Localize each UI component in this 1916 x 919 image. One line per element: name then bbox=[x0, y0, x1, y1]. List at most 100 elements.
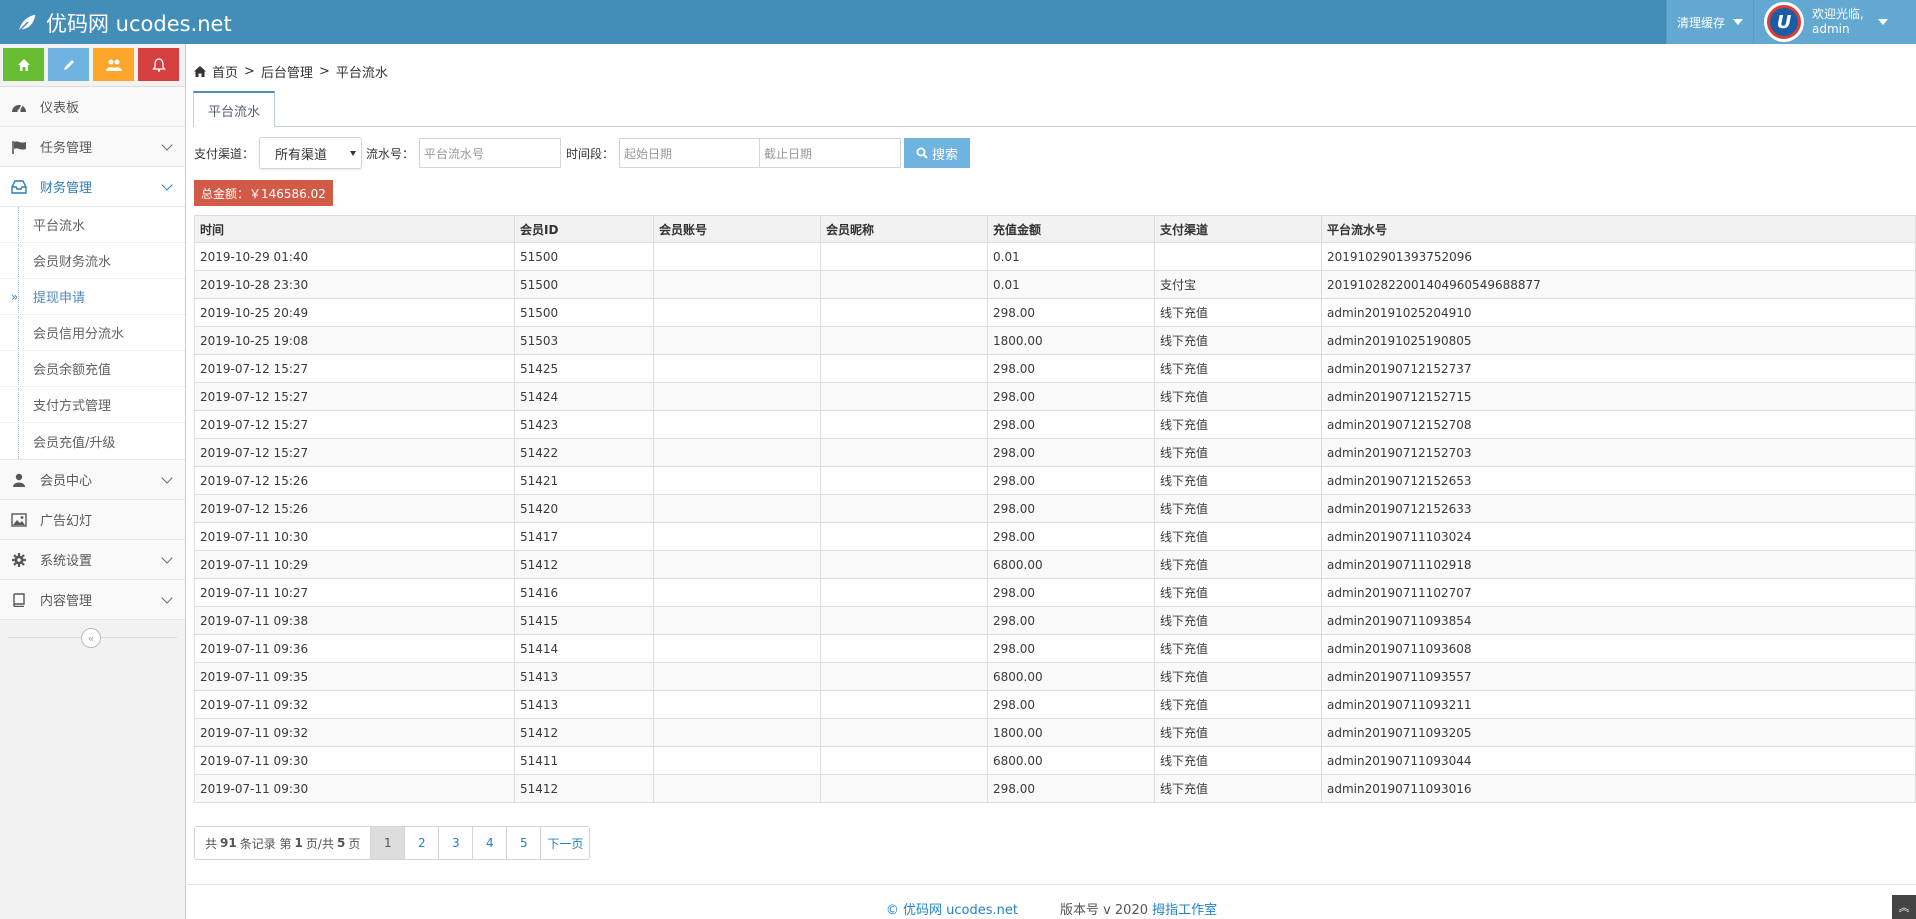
sidebar-item-content-mgmt[interactable]: 内容管理 bbox=[0, 580, 185, 620]
pencil-icon bbox=[63, 59, 74, 70]
start-date-input[interactable]: 起始日期 bbox=[619, 138, 761, 168]
submenu-item-platform-flow[interactable]: 平台流水 bbox=[0, 207, 185, 243]
table-cell: 2019-07-12 15:27 bbox=[194, 438, 515, 467]
table-cell: 2019-07-11 10:29 bbox=[194, 550, 515, 579]
top-navbar: 优码网 ucodes.net 清理缓存 U 欢迎光临, admin bbox=[0, 0, 1916, 44]
table-row: 2019-07-12 15:26 51420 298.00 线下充值 admin2019… bbox=[194, 494, 1916, 523]
sidebar-item-task-mgmt[interactable]: 任务管理 bbox=[0, 127, 185, 167]
search-icon bbox=[916, 147, 928, 159]
serial-input[interactable]: 平台流水号 bbox=[419, 138, 562, 168]
end-date-input[interactable]: 截止日期 bbox=[760, 138, 902, 168]
table-cell: 2019-10-25 20:49 bbox=[194, 298, 515, 327]
submenu-item-balance-recharge[interactable]: 会员余额充值 bbox=[0, 351, 185, 387]
table-row: 2019-07-11 10:27 51416 298.00 线下充值 admin2019… bbox=[194, 578, 1916, 607]
clear-cache-button[interactable]: 清理缓存 bbox=[1665, 0, 1753, 44]
submenu-item-label: 会员信用分流水 bbox=[33, 327, 125, 342]
table-cell: 51416 bbox=[514, 578, 654, 607]
column-header: 充值金额 bbox=[987, 215, 1155, 243]
table-cell: 298.00 bbox=[987, 634, 1155, 663]
table-row: 2019-07-12 15:26 51421 298.00 线下充值 admin2019… bbox=[194, 466, 1916, 495]
table-cell bbox=[820, 242, 988, 271]
shortcut-home-button[interactable] bbox=[3, 48, 44, 81]
table-cell: 线下充值 bbox=[1154, 382, 1322, 411]
sidebar-item-system-settings[interactable]: 系统设置 bbox=[0, 540, 185, 580]
table-row: 2019-07-11 10:29 51412 6800.00 线下充值 admin201… bbox=[194, 550, 1916, 579]
table-cell bbox=[820, 494, 988, 523]
sidebar-item-finance-mgmt[interactable]: 财务管理 bbox=[0, 167, 185, 207]
table-cell: 2019102822001404960549688877 bbox=[1321, 270, 1916, 299]
shortcut-pencil-button[interactable] bbox=[48, 48, 89, 81]
table-cell bbox=[820, 354, 988, 383]
sidebar-item-dashboard[interactable]: 仪表板 bbox=[0, 87, 185, 127]
table-cell: 51421 bbox=[514, 466, 654, 495]
shortcut-bell-button[interactable] bbox=[138, 48, 179, 81]
main-content: 首页 > 后台管理 > 平台流水 平台流水 支付渠道： 所有渠道 流水号： 平台… bbox=[187, 44, 1916, 919]
page-button-4[interactable]: 4 bbox=[473, 827, 508, 859]
scroll-to-top-button[interactable]: ︽ bbox=[1892, 895, 1916, 919]
channel-label: 支付渠道： bbox=[194, 146, 255, 161]
sidebar-item-ads[interactable]: 广告幻灯 bbox=[0, 500, 185, 540]
table-cell: 线下充值 bbox=[1154, 522, 1322, 551]
table-body: 2019-10-29 01:40 51500 0.01 201910290139375… bbox=[194, 242, 1916, 803]
shortcut-users-button[interactable] bbox=[93, 48, 134, 81]
table-cell bbox=[820, 438, 988, 467]
collapse-sidebar-icon[interactable]: « bbox=[81, 628, 101, 648]
footer-copyright-link[interactable]: © 优码网 ucodes.net bbox=[886, 899, 1018, 918]
table-cell: admin20190712152653 bbox=[1321, 466, 1916, 495]
table-cell bbox=[820, 298, 988, 327]
channel-select[interactable]: 所有渠道 bbox=[259, 137, 363, 169]
table-row: 2019-07-11 09:35 51413 6800.00 线下充值 admin201… bbox=[194, 662, 1916, 691]
table-cell bbox=[820, 774, 988, 803]
breadcrumb-home-link[interactable]: 首页 bbox=[212, 62, 238, 81]
submenu-item-withdraw-request[interactable]: » 提现申请 bbox=[0, 279, 185, 315]
submenu-item-member-finance-flow[interactable]: 会员财务流水 bbox=[0, 243, 185, 279]
chevron-down-icon bbox=[161, 472, 173, 484]
submenu-item-payment-methods[interactable]: 支付方式管理 bbox=[0, 387, 185, 423]
user-menu[interactable]: U 欢迎光临, admin bbox=[1753, 0, 1916, 44]
table-cell: 2019-07-11 09:36 bbox=[194, 634, 515, 663]
table-cell: 298.00 bbox=[987, 522, 1155, 551]
home-icon bbox=[17, 58, 30, 71]
submenu-item-recharge-upgrade[interactable]: 会员充值/升级 bbox=[0, 423, 185, 459]
next-page-button[interactable]: 下一页 bbox=[541, 827, 589, 859]
sidebar-shortcuts bbox=[0, 44, 185, 87]
breadcrumb-level1[interactable]: 后台管理 bbox=[261, 62, 313, 81]
table-cell bbox=[653, 326, 821, 355]
total-records: 91 bbox=[220, 836, 237, 850]
pagination-text: 页/共 bbox=[305, 836, 334, 851]
pagination-text: 共 bbox=[205, 836, 218, 851]
studio-link[interactable]: 拇指工作室 bbox=[1152, 903, 1217, 918]
table-cell bbox=[653, 298, 821, 327]
table-cell: 2019-07-12 15:27 bbox=[194, 410, 515, 439]
table-cell: 298.00 bbox=[987, 410, 1155, 439]
table-cell: 298.00 bbox=[987, 578, 1155, 607]
table-cell: 51420 bbox=[514, 494, 654, 523]
table-cell: 线下充值 bbox=[1154, 466, 1322, 495]
page-button-3[interactable]: 3 bbox=[439, 827, 474, 859]
table-cell: admin20190711093608 bbox=[1321, 634, 1916, 663]
table-cell bbox=[820, 718, 988, 747]
submenu-item-credit-flow[interactable]: 会员信用分流水 bbox=[0, 315, 185, 351]
page-button-5[interactable]: 5 bbox=[507, 827, 542, 859]
sidebar-item-member-center[interactable]: 会员中心 bbox=[0, 460, 185, 500]
table-cell: 线下充值 bbox=[1154, 326, 1322, 355]
page-button-2[interactable]: 2 bbox=[405, 827, 440, 859]
brand-logo[interactable]: 优码网 ucodes.net bbox=[16, 8, 232, 38]
table-cell bbox=[820, 634, 988, 663]
page-button-1[interactable]: 1 bbox=[371, 827, 406, 859]
table-cell: 51412 bbox=[514, 774, 654, 803]
clear-cache-label: 清理缓存 bbox=[1676, 15, 1725, 30]
search-button[interactable]: 搜索 bbox=[904, 138, 971, 168]
sidebar-item-label: 财务管理 bbox=[40, 181, 93, 196]
pagination: 共 91 条记录 第 1 页/共 5 页 1 2 3 4 5 下一页 bbox=[194, 826, 591, 860]
table-cell: 2019-07-11 09:32 bbox=[194, 690, 515, 719]
table-cell: admin20190711103024 bbox=[1321, 522, 1916, 551]
table-cell: 51503 bbox=[514, 326, 654, 355]
breadcrumb-separator: > bbox=[318, 64, 330, 79]
table-cell bbox=[820, 746, 988, 775]
table-cell: admin20190711093557 bbox=[1321, 662, 1916, 691]
tab-platform-flow[interactable]: 平台流水 bbox=[193, 91, 275, 127]
table-cell bbox=[653, 578, 821, 607]
table-cell: admin20190711093854 bbox=[1321, 606, 1916, 635]
table-cell bbox=[653, 494, 821, 523]
